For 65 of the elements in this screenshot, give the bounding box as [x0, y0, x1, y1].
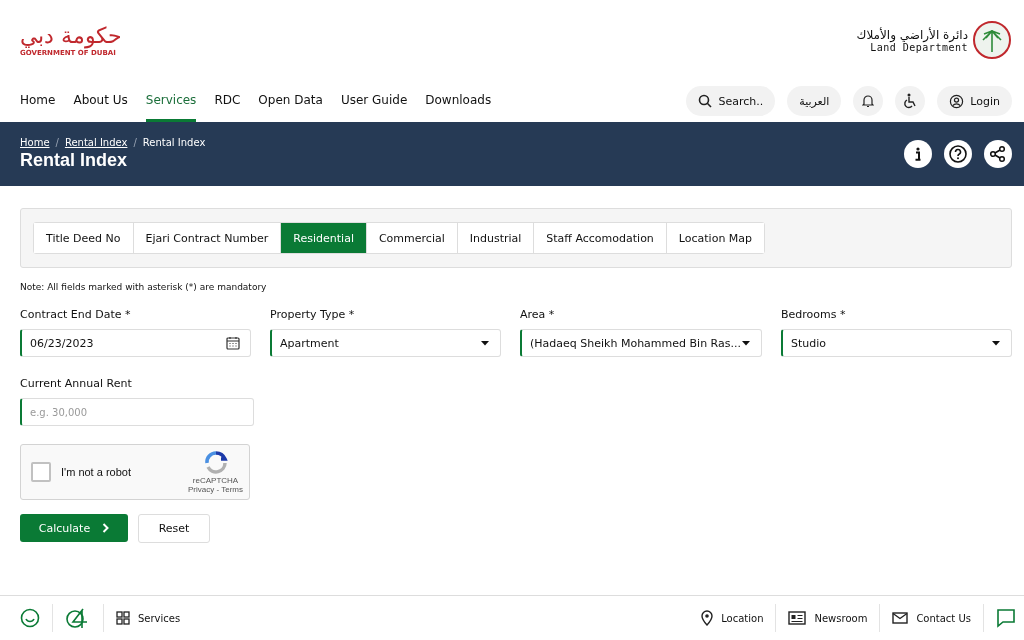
dropdown[interactable]: (Hadaeq Sheikh Mohammed Bin Ras... [520, 329, 762, 357]
captcha-brand: reCAPTCHA [192, 476, 239, 485]
search-button[interactable]: Search.. [686, 86, 776, 116]
dropdown[interactable]: Studio [780, 329, 1012, 357]
recaptcha-logo-icon [202, 450, 229, 476]
reset-button[interactable]: Reset [138, 514, 210, 543]
login-button[interactable]: Login [937, 86, 1012, 116]
dropdown[interactable]: Apartment [270, 329, 502, 357]
captcha-label: I'm not a robot [61, 466, 132, 478]
date-field[interactable]: 06/23/2023 [20, 329, 251, 357]
calculate-button[interactable]: Calculate [20, 514, 128, 542]
nav-link[interactable]: Home [20, 80, 56, 122]
mandatory-note: Note: All fields marked with asterisk (*) are mandatory [20, 282, 268, 292]
logo-arabic-text: حكومة دبي [20, 23, 122, 49]
department-arabic-text: دائرة الأراضي والأملاك [856, 27, 968, 42]
info-button[interactable] [904, 140, 932, 168]
nav-link[interactable]: RDC [214, 80, 241, 122]
footer-link[interactable]: Newsroom [788, 611, 868, 625]
caret-icon [480, 340, 491, 346]
rent-input-field[interactable]: e.g. 30,000 [20, 398, 254, 426]
breadcrumb-separator: / [133, 137, 137, 148]
info-icon [915, 147, 921, 161]
grid-icon [116, 611, 130, 625]
footer-link[interactable]: Contact Us [892, 612, 971, 624]
bell-icon [862, 94, 875, 108]
notifications-button[interactable] [853, 86, 884, 116]
chat-icon[interactable] [996, 608, 1016, 628]
field-label: Current Annual Rent [20, 377, 133, 390]
help-icon [949, 145, 967, 163]
nav-link[interactable]: Downloads [425, 80, 492, 122]
department-text: Land Department [870, 41, 968, 53]
chevron-right-icon [102, 523, 110, 533]
footer-link[interactable]: Services [116, 611, 181, 625]
search-icon [698, 94, 713, 108]
field-label: Contract End Date * [20, 308, 132, 321]
breadcrumb-current: Rental Index [142, 137, 206, 148]
share-icon [989, 145, 1007, 163]
footer-link[interactable]: Location [701, 610, 764, 626]
breadcrumb-link[interactable]: Home [20, 137, 50, 148]
captcha-checkbox[interactable] [31, 462, 51, 482]
accessibility-button[interactable] [895, 86, 926, 116]
newspaper-icon [788, 611, 807, 625]
user-icon [949, 93, 965, 109]
nav-link[interactable]: User Guide [340, 80, 408, 122]
language-button[interactable]: العربية [787, 86, 842, 116]
calendar-icon [226, 336, 240, 350]
share-button[interactable] [984, 140, 1012, 168]
breadcrumb-link[interactable]: Rental Index [64, 137, 128, 148]
caret-icon [991, 340, 1001, 346]
wheelchair-icon [903, 93, 918, 109]
mail-icon [892, 612, 909, 624]
smiley-icon[interactable] [20, 608, 40, 628]
nav-link[interactable]: Open Data [258, 80, 323, 122]
caret-icon [740, 340, 751, 346]
breadcrumb-separator: / [55, 137, 59, 148]
location-pin-icon [701, 610, 714, 626]
tab[interactable]: Title Deed No [34, 223, 134, 253]
captcha-links[interactable]: Privacy - Terms [188, 485, 243, 494]
tab[interactable]: Residential [281, 223, 367, 253]
field-label: Bedrooms * [780, 308, 847, 321]
field-label: Property Type * [270, 308, 356, 321]
field-label: Area * [520, 308, 556, 321]
help-button[interactable] [944, 140, 972, 168]
page-title: Rental Index [20, 150, 129, 171]
nav-link[interactable]: About Us [73, 80, 128, 122]
